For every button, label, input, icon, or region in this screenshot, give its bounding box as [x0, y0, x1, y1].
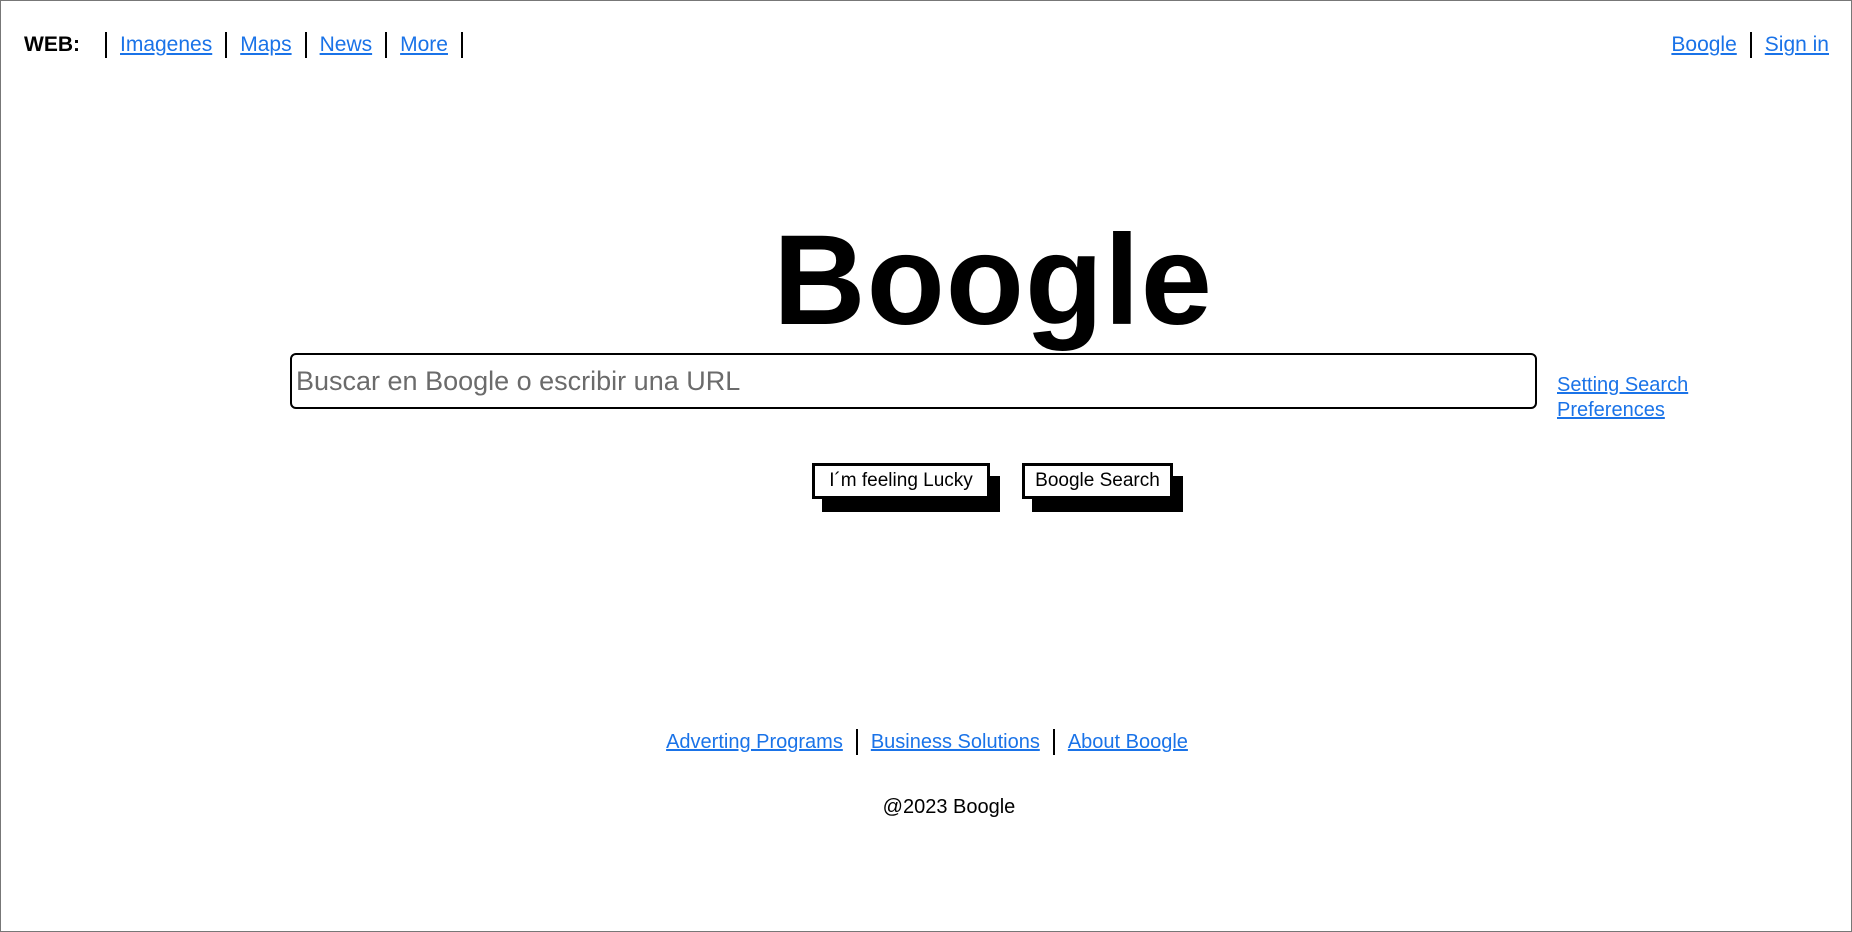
nav-link-more[interactable]: More — [400, 33, 448, 57]
nav-link-imagenes[interactable]: Imagenes — [120, 33, 212, 57]
footer-divider — [855, 729, 858, 755]
search-box — [290, 353, 1537, 409]
nav-divider — [105, 32, 107, 58]
footer-link-business[interactable]: Business Solutions — [871, 731, 1040, 754]
sign-in-link[interactable]: Sign in — [1765, 33, 1829, 57]
top-right-nav: Boogle Sign in — [1671, 31, 1829, 59]
nav-link-news[interactable]: News — [320, 33, 373, 57]
nav-divider — [1749, 32, 1752, 58]
boogle-search-button[interactable]: Boogle Search — [1022, 463, 1173, 499]
feeling-lucky-button[interactable]: I´m feeling Lucky — [812, 463, 990, 499]
top-nav: WEB: Imagenes Maps News More — [24, 31, 476, 59]
footer-divider — [1052, 729, 1055, 755]
search-input[interactable] — [292, 355, 1535, 407]
footer-link-advertising[interactable]: Adverting Programs — [666, 731, 843, 754]
nav-divider — [304, 32, 307, 58]
boogle-logo: Boogle — [773, 209, 1213, 352]
preferences-link-line2[interactable]: Preferences — [1557, 399, 1665, 421]
nav-link-maps[interactable]: Maps — [240, 33, 291, 57]
nav-divider — [385, 32, 388, 58]
search-preferences: Setting Search Preferences — [1557, 373, 1717, 423]
preferences-link-line1[interactable]: Setting Search — [1557, 374, 1688, 396]
footer-links: Adverting Programs Business Solutions Ab… — [1, 728, 1852, 756]
boogle-home-link[interactable]: Boogle — [1671, 33, 1736, 57]
copyright-text: @2023 Boogle — [882, 796, 1016, 818]
footer-link-about[interactable]: About Boogle — [1068, 731, 1188, 754]
web-label: WEB: — [24, 33, 80, 56]
nav-divider — [460, 32, 463, 58]
nav-divider — [225, 32, 228, 58]
